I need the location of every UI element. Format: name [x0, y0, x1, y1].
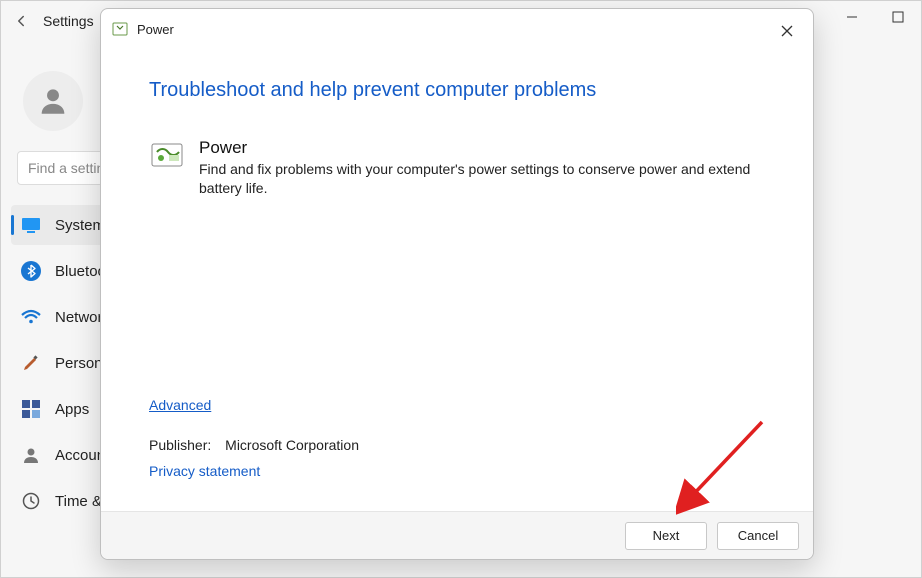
avatar[interactable] [23, 71, 83, 131]
publisher-value: Microsoft Corporation [225, 437, 359, 453]
cancel-button[interactable]: Cancel [717, 522, 799, 550]
publisher-row: Publisher: Microsoft Corporation [149, 437, 359, 453]
advanced-link[interactable]: Advanced [149, 397, 211, 413]
apps-icon [21, 399, 41, 419]
close-button[interactable] [773, 17, 801, 45]
dialog-heading: Troubleshoot and help prevent computer p… [149, 79, 765, 102]
maximize-button[interactable] [875, 1, 921, 33]
dialog-footer: Next Cancel [101, 511, 813, 559]
power-icon [111, 20, 129, 38]
troubleshooter-dialog: Power Troubleshoot and help prevent comp… [100, 8, 814, 560]
brush-icon [21, 353, 41, 373]
troubleshooter-section: Power Find and fix problems with your co… [149, 138, 765, 198]
sidebar-item-label: Apps [55, 401, 89, 418]
sidebar-item-label: System [55, 217, 105, 234]
window-controls [829, 1, 921, 33]
bluetooth-icon [21, 261, 41, 281]
section-description: Find and fix problems with your computer… [199, 160, 765, 198]
time-icon [21, 491, 41, 511]
publisher-label: Publisher: [149, 437, 211, 453]
section-title: Power [199, 138, 765, 158]
troubleshooter-icon [149, 138, 185, 174]
minimize-button[interactable] [829, 1, 875, 33]
dialog-body: Troubleshoot and help prevent computer p… [101, 49, 813, 511]
accounts-icon [21, 445, 41, 465]
back-button[interactable] [9, 9, 33, 33]
privacy-link[interactable]: Privacy statement [149, 463, 260, 479]
dialog-titlebar: Power [101, 9, 813, 49]
dialog-title: Power [137, 22, 174, 37]
next-button[interactable]: Next [625, 522, 707, 550]
wifi-icon [21, 307, 41, 327]
settings-title: Settings [43, 13, 94, 29]
system-icon [21, 215, 41, 235]
